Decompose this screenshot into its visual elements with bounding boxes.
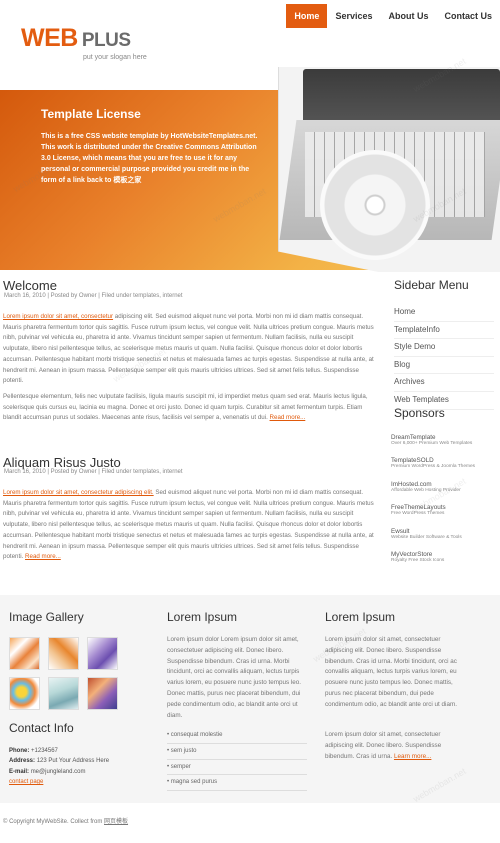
phone-value: +1234567 bbox=[31, 748, 58, 754]
lorem-ipsum-text-2: Lorem ipsum dolor sit amet, consectetuer… bbox=[325, 636, 457, 708]
post-paragraph-text: adipiscing elit. Sed euismod aliquet nun… bbox=[3, 313, 374, 385]
contact-address: Address: 123 Put Your Address Here bbox=[9, 756, 109, 766]
list-item-text: consequat molestie bbox=[170, 732, 223, 738]
address-value: 123 Put Your Address Here bbox=[36, 758, 110, 765]
site-footer: © Copyright MyWebSite. Collect from 网页模板 bbox=[3, 816, 128, 825]
gallery-thumb[interactable] bbox=[9, 677, 40, 710]
post-body-welcome: Lorem ipsum dolor sit amet, consectetur … bbox=[3, 312, 375, 429]
post-title-aliquam[interactable]: Aliquam Risus Justo bbox=[3, 455, 121, 470]
post-paragraph: Lorem ipsum dolor sit amet, consectetur … bbox=[3, 312, 375, 387]
nav-contact-us[interactable]: Contact Us bbox=[436, 4, 500, 28]
contact-phone: Phone: +1234567 bbox=[9, 746, 109, 756]
contact-details: Phone: +1234567 Address: 123 Put Your Ad… bbox=[9, 746, 109, 788]
list-item-text: semper bbox=[170, 763, 191, 770]
gallery-thumb[interactable] bbox=[87, 637, 118, 670]
list-item: • consequat molestie bbox=[167, 728, 307, 744]
sponsor-item[interactable]: TemplateSOLD Premium WordPress & Joomla T… bbox=[391, 457, 495, 480]
sidebar-menu-title: Sidebar Menu bbox=[394, 278, 469, 292]
lorem-ipsum-title-2: Lorem Ipsum bbox=[325, 610, 396, 624]
sponsor-item[interactable]: MyVectorStore Royalty Free Stock Icons bbox=[391, 551, 495, 574]
post-paragraph-text: Pellentesque elementum, felis nec vulput… bbox=[3, 392, 368, 422]
sponsor-name[interactable]: Ewsult bbox=[391, 528, 495, 535]
phone-label: Phone: bbox=[9, 748, 30, 754]
sponsor-desc: Premium WordPress & Joomla Themes bbox=[391, 464, 476, 470]
sponsor-name[interactable]: ImHosted.com bbox=[391, 481, 495, 488]
list-item-text: magna sed purus bbox=[170, 779, 218, 786]
post-paragraph-text: Sed euismod aliquet nunc vel porta. Morb… bbox=[3, 489, 374, 561]
gallery-thumb[interactable] bbox=[87, 677, 118, 710]
footer-text: © Copyright MyWebSite. Collect from bbox=[3, 819, 105, 825]
banner-text: This is a free CSS website template by H… bbox=[41, 131, 261, 186]
lorem-ipsum-title: Lorem Ipsum bbox=[167, 610, 238, 624]
sponsor-list: DreamTemplate Over 6,000+ Premium Web Tem… bbox=[391, 434, 495, 574]
sponsor-desc: Free WordPress Themes bbox=[391, 511, 445, 517]
sponsors-title: Sponsors bbox=[394, 406, 445, 420]
sidebar-item-style-demo[interactable]: Style Demo bbox=[394, 339, 494, 357]
list-item-text: sem justo bbox=[170, 747, 197, 754]
nav-about-us[interactable]: About Us bbox=[380, 4, 436, 28]
sidebar-menu: Home TemplateInfo Style Demo Blog Archiv… bbox=[394, 304, 494, 410]
contact-page: contact page bbox=[9, 777, 109, 787]
post-meta: March 16, 2010 | Posted by Owner | Filed… bbox=[4, 469, 183, 475]
sidebar-item-archives[interactable]: Archives bbox=[394, 374, 494, 392]
logo-suffix: PLUS bbox=[81, 30, 131, 51]
footer-link[interactable]: 网页模板 bbox=[104, 819, 128, 825]
sidebar-item-templateinfo[interactable]: TemplateInfo bbox=[394, 322, 494, 340]
site-logo[interactable]: WEB PLUS bbox=[21, 24, 131, 53]
post-meta: March 16, 2010 | Posted by Owner | Filed… bbox=[4, 293, 183, 299]
sponsor-desc: Affordable Web Hosting Provider bbox=[391, 487, 461, 493]
sponsor-item[interactable]: Ewsult Website Builder Software & Tools bbox=[391, 528, 495, 551]
email-value[interactable]: me@jungleland.com bbox=[31, 769, 86, 775]
list-item: • magna sed purus bbox=[167, 775, 307, 792]
banner-title: Template License bbox=[41, 107, 141, 121]
gallery-thumb[interactable] bbox=[9, 637, 40, 670]
sponsor-item[interactable]: ImHosted.com Affordable Web Hosting Provi… bbox=[391, 481, 495, 504]
email-label: E-mail: bbox=[9, 768, 30, 775]
laptop-screen bbox=[303, 69, 500, 124]
address-label: Address: bbox=[9, 758, 36, 765]
contact-page-link[interactable]: contact page bbox=[9, 779, 43, 785]
lorem-ipsum-text: Lorem ipsum dolor Lorem ipsum dolor sit … bbox=[167, 636, 302, 719]
banner-text-body: This is a free CSS website template by H… bbox=[41, 133, 258, 184]
post-lead-link[interactable]: Lorem ipsum dolor sit amet, consectetur … bbox=[3, 489, 154, 496]
post-body-aliquam: Lorem ipsum dolor sit amet, consectetur … bbox=[3, 488, 375, 568]
learn-more-link[interactable]: Learn more... bbox=[394, 753, 431, 760]
bullet-list: • consequat molestie • sem justo • sempe… bbox=[167, 728, 307, 792]
sponsor-desc: Website Builder Software & Tools bbox=[391, 534, 462, 540]
main-nav: Home Services About Us Contact Us bbox=[286, 4, 500, 28]
sidebar-item-blog[interactable]: Blog bbox=[394, 357, 494, 375]
sponsor-item[interactable]: DreamTemplate Over 6,000+ Premium Web Tem… bbox=[391, 434, 495, 457]
nav-services[interactable]: Services bbox=[327, 4, 380, 28]
read-more-link[interactable]: Read more... bbox=[270, 414, 306, 421]
image-gallery-title: Image Gallery bbox=[9, 610, 84, 624]
contact-email: E-mail: me@jungleland.com bbox=[9, 767, 109, 777]
post-title-welcome[interactable]: Welcome bbox=[3, 278, 57, 293]
sponsor-name[interactable]: MyVectorStore bbox=[391, 551, 495, 558]
lorem-ipsum-text-3: Lorem ipsum dolor sit amet, consectetuer… bbox=[325, 730, 465, 762]
sidebar-item-home[interactable]: Home bbox=[394, 304, 494, 322]
list-item: • sem justo bbox=[167, 744, 307, 760]
sponsor-item[interactable]: FreeThemeLayouts Free WordPress Themes bbox=[391, 504, 495, 527]
list-item: • semper bbox=[167, 760, 307, 776]
post-paragraph: Lorem ipsum dolor sit amet, consectetur … bbox=[3, 488, 375, 563]
sponsor-desc: Over 6,000+ Premium Web Templates bbox=[391, 441, 473, 446]
cd-disc-image bbox=[320, 150, 430, 260]
gallery-thumb[interactable] bbox=[48, 677, 79, 710]
sponsor-name[interactable]: DreamTemplate bbox=[391, 434, 495, 441]
gallery-thumb[interactable] bbox=[48, 637, 79, 670]
post-lead-link[interactable]: Lorem ipsum dolor sit amet, consectetur bbox=[3, 313, 113, 320]
logo-main: WEB bbox=[21, 24, 78, 52]
banner-link[interactable]: 模板之家 bbox=[113, 177, 141, 184]
post-paragraph: Pellentesque elementum, felis nec vulput… bbox=[3, 392, 375, 424]
contact-info-title: Contact Info bbox=[9, 721, 74, 735]
site-slogan: put your slogan here bbox=[83, 54, 147, 61]
sponsor-desc: Royalty Free Stock Icons bbox=[391, 557, 445, 563]
nav-home[interactable]: Home bbox=[286, 4, 328, 28]
read-more-link[interactable]: Read more... bbox=[25, 553, 61, 560]
